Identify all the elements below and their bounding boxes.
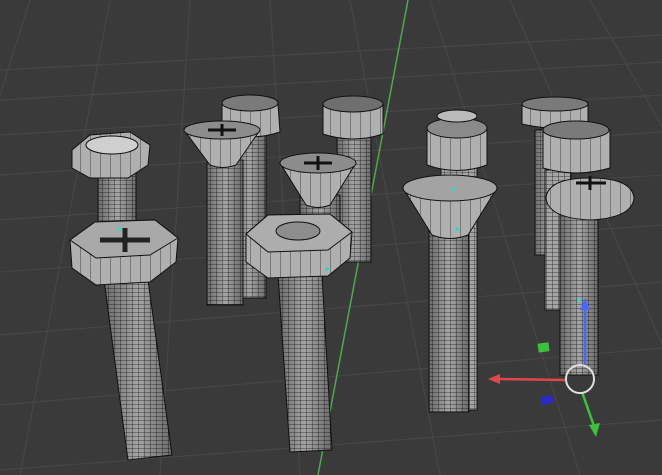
viewport-canvas[interactable] — [0, 0, 662, 475]
screw-hex-front-center[interactable] — [245, 213, 353, 453]
gizmo-y-arrow[interactable] — [589, 423, 600, 437]
gizmo-xy-plane-handle[interactable] — [540, 395, 554, 405]
gizmo-xz-plane-handle[interactable] — [537, 342, 550, 353]
gizmo-x-axis[interactable] — [497, 377, 566, 382]
gizmo-y-axis[interactable] — [580, 391, 596, 427]
screw-countersunk-front-right[interactable] — [402, 174, 498, 413]
screw-hex-front-left[interactable] — [69, 219, 179, 461]
gizmo-x-arrow[interactable] — [488, 374, 500, 384]
3d-viewport[interactable] — [0, 0, 662, 475]
